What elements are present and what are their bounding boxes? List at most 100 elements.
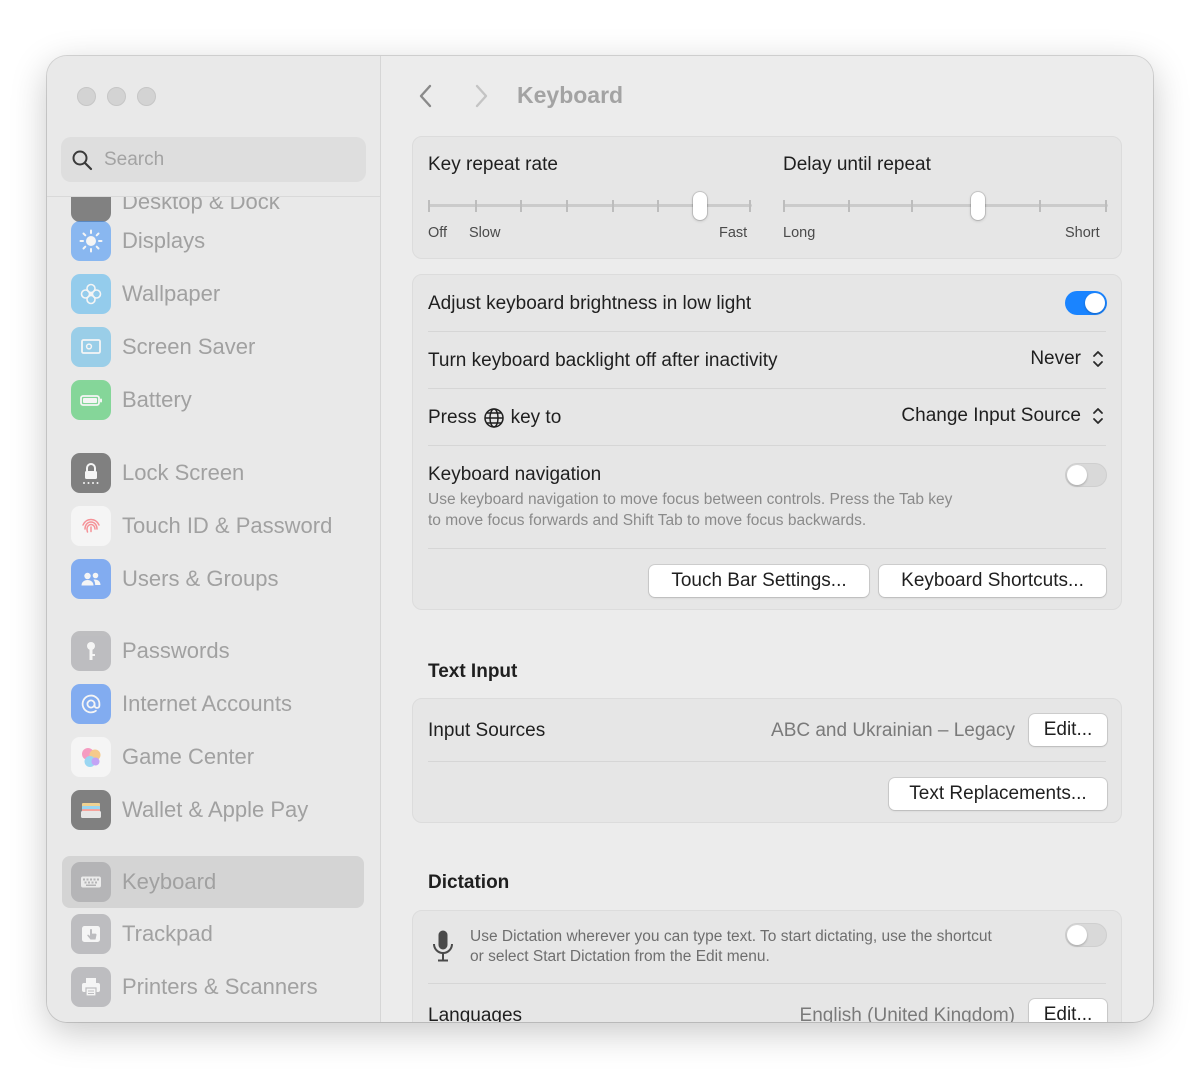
delay-repeat-label: Delay until repeat: [783, 154, 931, 175]
brightness-label: Adjust keyboard brightness in low light: [428, 293, 752, 314]
delay-repeat-slider-knob[interactable]: [971, 192, 985, 220]
backlight-value: Never: [1030, 348, 1081, 369]
input-sources-label: Input Sources: [428, 720, 546, 741]
keyboard-navigation-toggle[interactable]: [1065, 463, 1107, 487]
sidebar-item-screen-saver[interactable]: Screen Saver: [62, 321, 364, 373]
tick-label-fast: Fast: [719, 225, 748, 241]
tick-label-off: Off: [428, 225, 448, 241]
sidebar-item-label: Printers & Scanners: [122, 974, 318, 999]
sun-icon: [71, 221, 111, 261]
sidebar-item-label: Keyboard: [122, 869, 217, 894]
search-field[interactable]: Search: [61, 137, 366, 182]
languages-value: English (United Kingdom): [799, 1005, 1015, 1022]
keyboard-shortcuts-button[interactable]: Keyboard Shortcuts...: [879, 565, 1106, 597]
keyboard-navigation-label: Keyboard navigation: [428, 464, 602, 485]
sidebar-item-label: Trackpad: [122, 921, 213, 946]
chevron-up-down-icon: [1089, 346, 1107, 372]
game-center-icon: [71, 737, 111, 777]
text-input-panel: Input Sources ABC and Ukrainian – Legacy…: [412, 698, 1122, 823]
search-icon: [72, 150, 93, 170]
dictation-desc-2: or select Start Dictation from the Edit …: [470, 948, 770, 965]
key-icon: [71, 631, 111, 671]
globe-key-popup[interactable]: Change Input Source: [901, 403, 1107, 429]
tick-label-short: Short: [1065, 225, 1100, 241]
press-prefix: Press: [428, 407, 477, 428]
dictation-header: Dictation: [428, 872, 510, 893]
microphone-icon: [433, 930, 453, 962]
dictation-toggle[interactable]: [1065, 923, 1107, 947]
keyboard-settings-panel: Adjust keyboard brightness in low light …: [412, 274, 1122, 610]
sidebar-item-printers[interactable]: Printers & Scanners: [62, 961, 364, 1013]
minimize-button[interactable]: [107, 87, 126, 106]
sidebar-item-passwords[interactable]: Passwords: [62, 625, 364, 677]
back-button[interactable]: [415, 82, 437, 110]
key-repeat-label: Key repeat rate: [428, 154, 558, 175]
printer-icon: [71, 967, 111, 1007]
battery-icon: [71, 380, 111, 420]
text-input-header: Text Input: [428, 661, 518, 682]
main-pane: Keyboard Key repeat rate Delay until rep…: [382, 56, 1153, 1022]
sidebar-item-wallpaper[interactable]: Wallpaper: [62, 268, 364, 320]
text-replacements-button[interactable]: Text Replacements...: [889, 778, 1107, 810]
trackpad-icon: [71, 914, 111, 954]
sidebar-item-touch-id[interactable]: Touch ID & Password: [62, 500, 364, 552]
sidebar-item-label: Screen Saver: [122, 334, 256, 359]
sidebar-item-wallet[interactable]: Wallet & Apple Pay: [62, 784, 364, 836]
input-sources-edit-button[interactable]: Edit...: [1029, 714, 1107, 746]
close-button[interactable]: [77, 87, 96, 106]
touch-bar-settings-button[interactable]: Touch Bar Settings...: [649, 565, 869, 597]
dictation-desc-1: Use Dictation wherever you can type text…: [470, 928, 992, 945]
sidebar-item-label: Game Center: [122, 744, 255, 769]
sidebar-item-label: Users & Groups: [122, 566, 279, 591]
sidebar: Search Desktop & Dock Displays Wallpaper: [47, 56, 381, 1022]
brightness-toggle[interactable]: [1065, 291, 1107, 315]
chevron-up-down-icon: [1089, 403, 1107, 429]
sidebar-item-displays[interactable]: Displays: [62, 215, 364, 267]
key-repeat-slider-knob[interactable]: [693, 192, 708, 220]
sidebar-item-internet-accounts[interactable]: Internet Accounts: [62, 678, 364, 730]
globe-icon: [483, 408, 504, 428]
sidebar-item-label: Desktop & Dock: [122, 196, 280, 214]
sidebar-item-label: Battery: [122, 387, 192, 412]
at-icon: [71, 684, 111, 724]
backlight-label: Turn keyboard backlight off after inacti…: [428, 350, 778, 371]
chevron-right-icon: [475, 84, 488, 108]
tick-label-long: Long: [783, 225, 816, 241]
languages-label: Languages: [428, 1005, 523, 1022]
wallet-icon: [71, 790, 111, 830]
dictation-panel: Use Dictation wherever you can type text…: [412, 910, 1122, 1022]
press-key-row: Press key to: [428, 407, 561, 429]
sidebar-item-game-center[interactable]: Game Center: [62, 731, 364, 783]
page-title: Keyboard: [517, 82, 624, 108]
sidebar-item-lock-screen[interactable]: Lock Screen: [62, 447, 364, 499]
delay-repeat-slider[interactable]: [783, 192, 1108, 225]
keyboard-navigation-desc-2: to move focus forwards and Shift Tab to …: [428, 512, 867, 529]
sidebar-item-label: Displays: [122, 228, 206, 253]
repeat-panel: Key repeat rate Delay until repeat Off S…: [412, 136, 1122, 259]
sidebar-item-trackpad[interactable]: Trackpad: [62, 908, 364, 960]
tick-label-slow: Slow: [469, 225, 501, 241]
sidebar-item-users-groups[interactable]: Users & Groups: [62, 553, 364, 605]
settings-window: Search Desktop & Dock Displays Wallpaper: [47, 56, 1153, 1022]
globe-key-value: Change Input Source: [901, 405, 1081, 426]
flower-icon: [71, 274, 111, 314]
sidebar-item-label: Passwords: [122, 638, 230, 663]
fingerprint-icon: [71, 506, 111, 546]
keyboard-icon: [71, 862, 111, 902]
key-repeat-slider[interactable]: [428, 192, 752, 225]
languages-edit-button[interactable]: Edit...: [1029, 999, 1107, 1022]
search-placeholder: Search: [104, 148, 165, 170]
keyboard-navigation-desc-1: Use keyboard navigation to move focus be…: [428, 491, 953, 508]
sidebar-item-battery[interactable]: Battery: [62, 374, 364, 426]
users-icon: [71, 559, 111, 599]
zoom-button[interactable]: [137, 87, 156, 106]
backlight-popup[interactable]: Never: [1030, 346, 1107, 372]
press-suffix: key to: [510, 407, 562, 428]
sidebar-item-keyboard[interactable]: Keyboard: [62, 856, 364, 908]
chevron-left-icon: [419, 84, 432, 108]
forward-button[interactable]: [470, 82, 492, 110]
input-sources-value: ABC and Ukrainian – Legacy: [771, 720, 1015, 741]
window-controls: [77, 87, 156, 106]
screensaver-icon: [71, 327, 111, 367]
sidebar-item-label: Wallpaper: [122, 281, 221, 306]
